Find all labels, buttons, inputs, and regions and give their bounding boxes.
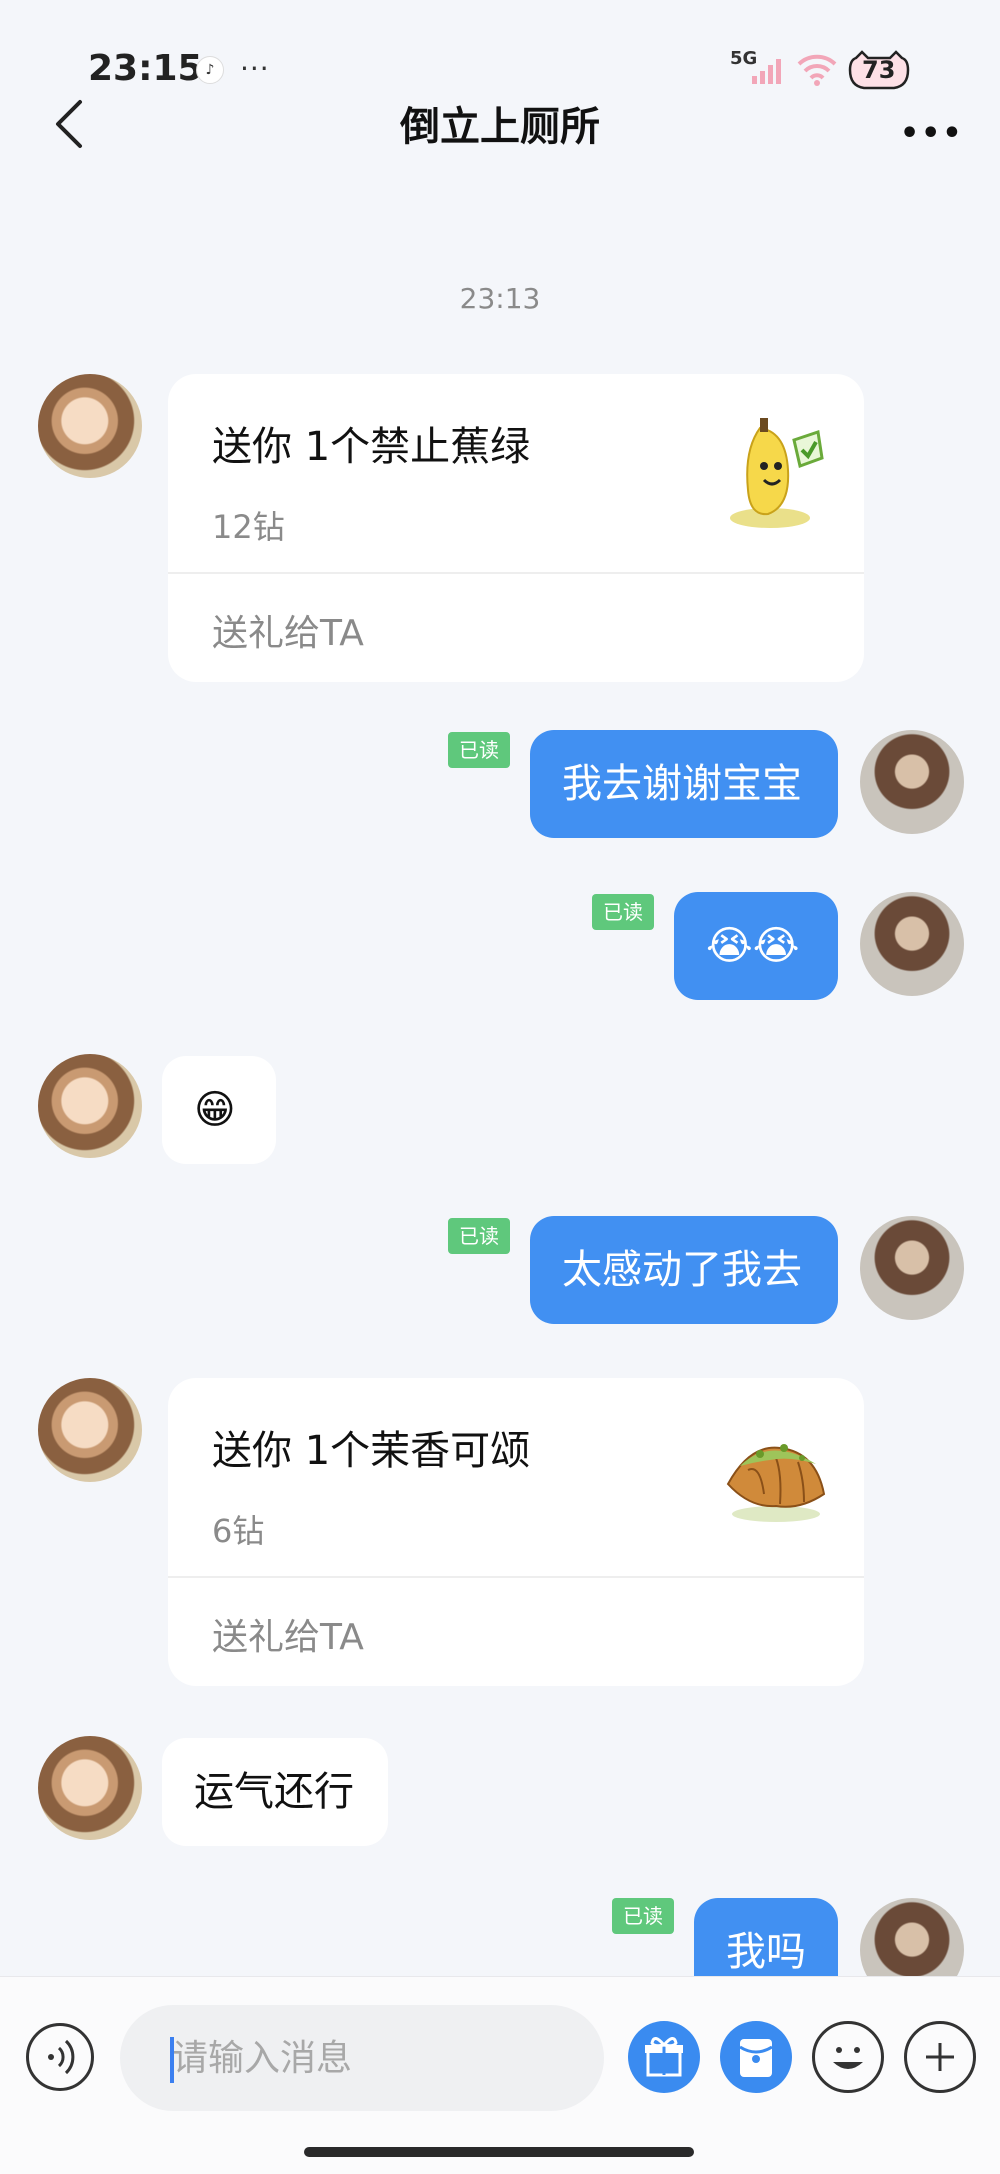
home-indicator[interactable] xyxy=(304,2147,694,2157)
more-actions-button[interactable] xyxy=(904,2021,976,2093)
gift-icon xyxy=(645,2037,683,2077)
gift-button[interactable] xyxy=(628,2021,700,2093)
red-packet-button[interactable] xyxy=(720,2021,792,2093)
gift-title: 送你 1个禁止蕉绿 xyxy=(212,424,531,470)
banana-gift-icon xyxy=(730,418,824,528)
nav-bar: 倒立上厕所 ••• xyxy=(0,80,1000,160)
input-bar xyxy=(0,1976,1000,2174)
croissant-gift-icon xyxy=(726,1444,826,1522)
message-timestamp: 23:13 xyxy=(459,282,541,315)
gift-price: 6钻 xyxy=(212,1512,265,1550)
message-bubble-received[interactable]: 😁 xyxy=(162,1056,276,1164)
read-badge: 已读 xyxy=(448,732,510,768)
read-badge: 已读 xyxy=(592,894,654,930)
read-badge: 已读 xyxy=(448,1218,510,1254)
smiley-icon xyxy=(833,2047,863,2069)
send-gift-link[interactable]: 送礼给TA xyxy=(212,1608,364,1660)
send-gift-link[interactable]: 送礼给TA xyxy=(212,604,364,656)
voice-icon xyxy=(48,2039,75,2075)
my-avatar[interactable] xyxy=(860,1216,964,1320)
divider xyxy=(168,572,864,574)
gift-card[interactable]: 送你 1个茉香可颂 6钻 送礼给TA xyxy=(168,1378,864,1686)
my-avatar[interactable] xyxy=(860,730,964,834)
gift-title: 送你 1个茉香可颂 xyxy=(212,1428,531,1474)
message-bubble-sent[interactable]: 太感动了我去 xyxy=(530,1216,838,1324)
divider xyxy=(168,1576,864,1578)
contact-avatar[interactable] xyxy=(38,1378,142,1482)
envelope-icon xyxy=(739,2039,773,2077)
text-caret xyxy=(170,2037,174,2083)
message-bubble-sent[interactable]: 😭😭 xyxy=(674,892,838,1000)
my-avatar[interactable] xyxy=(860,892,964,996)
more-options-icon[interactable]: ••• xyxy=(900,116,964,151)
gift-price: 12钻 xyxy=(212,508,285,546)
gift-card[interactable]: 送你 1个禁止蕉绿 12钻 送礼给TA xyxy=(168,374,864,682)
message-bubble-sent[interactable]: 我去谢谢宝宝 xyxy=(530,730,838,838)
voice-input-button[interactable] xyxy=(26,2023,94,2091)
read-badge: 已读 xyxy=(612,1898,674,1934)
message-input[interactable] xyxy=(120,2005,604,2111)
chat-title: 倒立上厕所 xyxy=(400,104,600,150)
plus-icon xyxy=(926,2043,954,2071)
contact-avatar[interactable] xyxy=(38,1736,142,1840)
emoji-button[interactable] xyxy=(812,2021,884,2093)
contact-avatar[interactable] xyxy=(38,374,142,478)
message-bubble-received[interactable]: 运气还行 xyxy=(162,1738,388,1846)
contact-avatar[interactable] xyxy=(38,1054,142,1158)
